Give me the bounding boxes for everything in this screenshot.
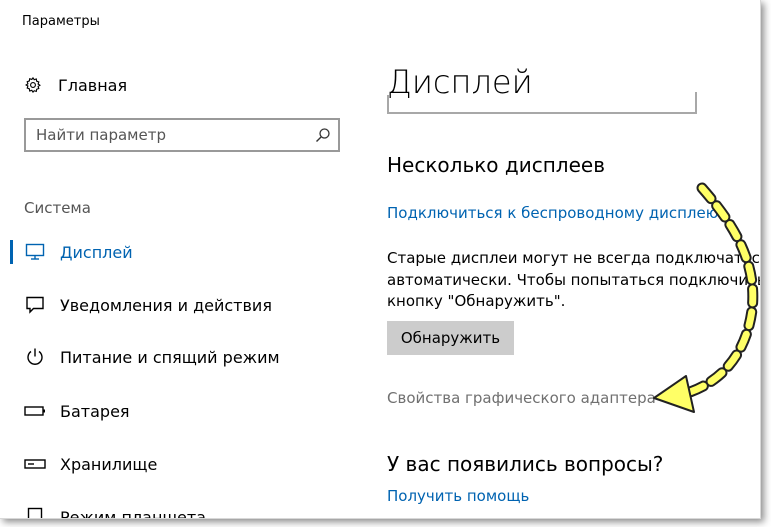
description-line: автоматически. Чтобы попытаться подключи… (387, 270, 761, 289)
sidebar-item-label: Питание и спящий режим (60, 347, 280, 367)
home-label: Главная (58, 75, 128, 95)
power-icon (24, 346, 46, 368)
sidebar-item-label: Батарея (60, 401, 130, 421)
sidebar-item-battery[interactable]: Батарея (0, 396, 360, 426)
graphics-adapter-properties-link[interactable]: Свойства графического адаптера (387, 389, 656, 407)
detect-button[interactable]: Обнаружить (387, 321, 514, 355)
storage-icon (24, 453, 46, 475)
sidebar-item-label: Дисплей (60, 242, 133, 262)
sidebar-item-label: Уведомления и действия (60, 295, 272, 315)
get-help-link[interactable]: Получить помощь (387, 487, 529, 505)
description-line: Старые дисплеи могут не всегда подключат… (387, 249, 761, 267)
search-box[interactable] (24, 118, 340, 152)
search-icon[interactable] (315, 127, 331, 143)
tablet-icon (24, 506, 46, 518)
connect-wireless-display-link[interactable]: Подключиться к беспроводному дисплею (387, 204, 718, 222)
gear-icon (25, 76, 41, 94)
multiple-displays-description: Старые дисплеи могут не всегда подключат… (387, 248, 761, 313)
sidebar-item-label: Хранилище (60, 454, 158, 474)
title-divider-right (695, 92, 697, 114)
search-input[interactable] (36, 125, 306, 145)
description-line: кнопку "Обнаружить". (387, 292, 566, 310)
sidebar-section-title: Система (24, 199, 91, 217)
battery-icon (24, 400, 46, 422)
sidebar-item-display[interactable]: Дисплей (0, 237, 360, 267)
active-indicator (10, 240, 13, 264)
window-title: Параметры (22, 14, 100, 29)
sidebar-item-power[interactable]: Питание и спящий режим (0, 342, 360, 372)
sidebar-item-label: Режим планшета (60, 507, 207, 519)
title-divider (387, 112, 697, 114)
notification-icon (24, 294, 46, 316)
questions-heading: У вас появились вопросы? (387, 452, 664, 476)
sidebar-item-tablet[interactable]: Режим планшета (0, 502, 360, 519)
monitor-icon (24, 241, 46, 263)
sidebar-item-notifications[interactable]: Уведомления и действия (0, 290, 360, 320)
page-title: Дисплей (387, 63, 533, 101)
home-nav-item[interactable]: Главная (24, 73, 127, 97)
settings-window: Параметры Главная Система Дисплей Уведом… (0, 0, 761, 519)
multiple-displays-heading: Несколько дисплеев (387, 153, 605, 177)
sidebar-item-storage[interactable]: Хранилище (0, 449, 360, 479)
